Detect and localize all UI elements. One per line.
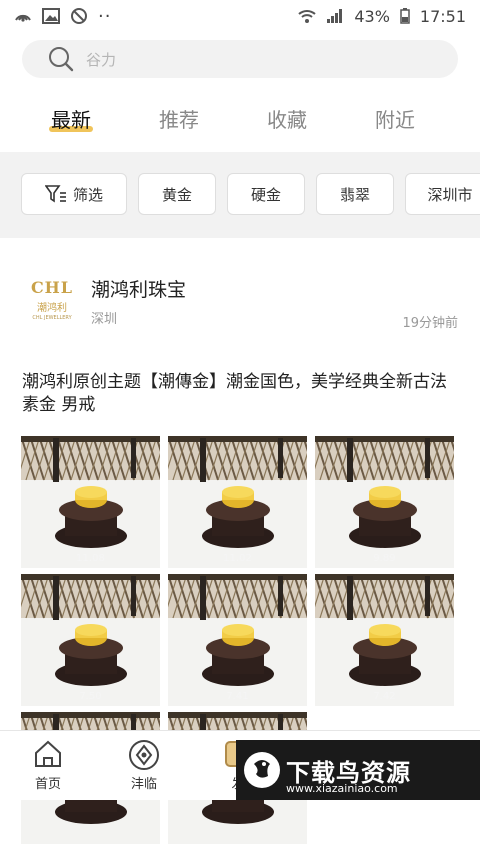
nav-home-label: 首页 (34, 777, 61, 792)
image-icon (42, 8, 60, 24)
filter-button[interactable]: 筛选 (21, 173, 127, 215)
search-icon (49, 47, 74, 72)
filter-label: 筛选 (72, 185, 103, 204)
battery-percent: 43% (354, 6, 390, 26)
post-description[interactable]: 潮鸿利原创主题【潮傳金】潮金国色，美学经典全新古法素金 男戒 (22, 371, 462, 417)
tab-recommend[interactable]: 推荐 (125, 100, 233, 146)
chip-jade[interactable]: 翡翠 (316, 173, 394, 215)
post-photo[interactable]: 7.41 (168, 574, 307, 706)
search-placeholder: 谷力 (86, 50, 117, 69)
hotspot-icon (15, 14, 31, 22)
shop-logo: CHL 潮鸿利 CHL JEWELLERY (30, 277, 74, 321)
banner-url: www.xiazainiao.com (286, 782, 398, 795)
nav-home[interactable]: 首页 (16, 731, 80, 801)
status-bar: ·· 43% 17:51 (0, 0, 480, 32)
photo-weight-label: 9.89 (373, 553, 396, 564)
photo-weight-label: 11.08 (76, 553, 105, 564)
status-right-icons: 43% 17:51 (298, 7, 466, 26)
more-dots-icon: ·· (98, 5, 112, 27)
post-photo[interactable]: 11.08 (21, 436, 160, 568)
nav-second-label: 沣临 (130, 777, 157, 792)
photo-weight-label: 11.02 (223, 553, 252, 564)
tab-latest[interactable]: 最新 (17, 100, 125, 146)
tab-bar: 最新 推荐 收藏 附近 (0, 100, 480, 146)
signal-icon (327, 9, 343, 23)
search-bar[interactable]: 谷力 (22, 40, 458, 78)
home-icon (35, 740, 61, 767)
bird-logo-icon (244, 752, 280, 788)
tab-nearby[interactable]: 附近 (341, 100, 449, 146)
filter-chips: 筛选 黄金 硬金 翡翠 深圳市 (21, 173, 480, 215)
tab-favorites[interactable]: 收藏 (233, 100, 341, 146)
post-photo[interactable]: 7.42 (315, 574, 454, 706)
photo-weight-label: 7.42 (373, 691, 396, 702)
battery-icon (400, 8, 410, 24)
post-time: 19分钟前 (402, 316, 458, 331)
post-photo[interactable]: 11.02 (168, 436, 307, 568)
photo-weight-label: 7.41 (226, 691, 249, 702)
photo-weight-label: 7.50 (79, 691, 102, 702)
filter-icon (44, 185, 66, 203)
nav-second[interactable]: 沣临 (112, 731, 176, 801)
chip-gold[interactable]: 黄金 (138, 173, 216, 215)
status-left-icons: ·· (14, 6, 111, 27)
clock: 17:51 (419, 6, 466, 26)
compass-icon (129, 740, 159, 770)
chip-shenzhen[interactable]: 深圳市 (405, 173, 480, 215)
post-header[interactable]: CHL 潮鸿利 CHL JEWELLERY 潮鸿利珠宝 深圳 19分钟前 (22, 270, 458, 342)
photo-grid: 11.08 11.02 9.89 7.50 7.41 7.42 (21, 436, 461, 844)
shop-city: 深圳 (91, 312, 118, 327)
post-photo[interactable]: 7.50 (21, 574, 160, 706)
shop-name[interactable]: 潮鸿利珠宝 (91, 275, 186, 302)
post-photo[interactable]: 9.89 (315, 436, 454, 568)
blocked-icon (71, 8, 87, 24)
wifi-icon (298, 10, 316, 23)
watermark-banner: 下载鸟资源 www.xiazainiao.com (236, 740, 480, 800)
chip-hard-gold[interactable]: 硬金 (227, 173, 305, 215)
